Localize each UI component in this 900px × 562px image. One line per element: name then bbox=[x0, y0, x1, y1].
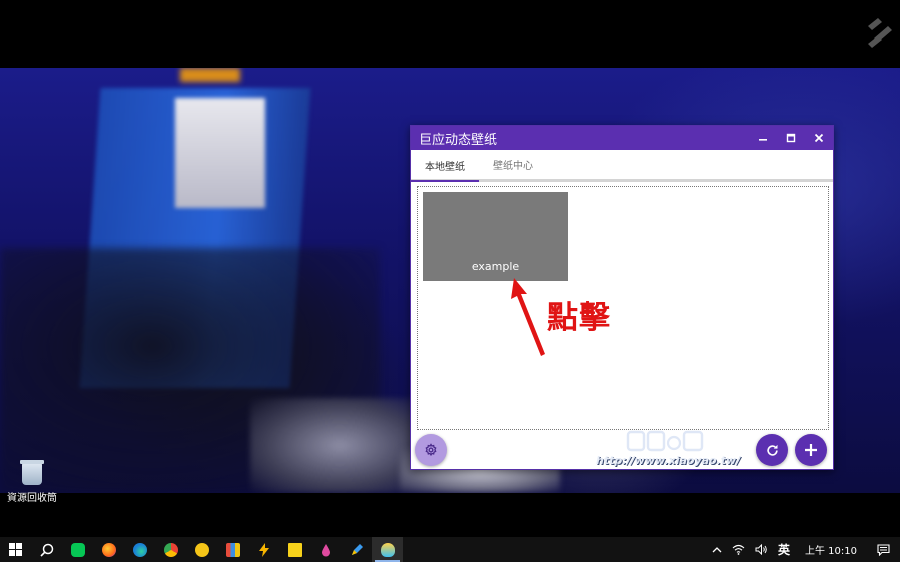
firefox-icon bbox=[101, 542, 116, 557]
line-icon bbox=[70, 542, 85, 557]
bolt-app-icon bbox=[258, 542, 269, 557]
office-icon bbox=[225, 542, 240, 557]
windows-start-icon bbox=[9, 543, 22, 556]
watermark-url: http://www.xiaoyao.tw/ bbox=[596, 454, 741, 467]
tab-bar: 本地壁纸 壁纸中心 bbox=[411, 150, 833, 182]
taskbar-emoji-app[interactable] bbox=[186, 537, 217, 562]
taskbar-pen-app[interactable] bbox=[341, 537, 372, 562]
window-titlebar[interactable]: 巨应动态壁纸 bbox=[411, 126, 833, 150]
corner-logo-icon bbox=[868, 18, 892, 48]
chevron-up-icon bbox=[712, 546, 722, 552]
taskbar-firefox[interactable] bbox=[93, 537, 124, 562]
taskbar-sticky-notes[interactable] bbox=[279, 537, 310, 562]
maximize-button[interactable] bbox=[777, 126, 805, 150]
tray-clock[interactable]: 上午 10:10 bbox=[795, 537, 867, 562]
app-window: 巨应动态壁纸 本地壁纸 壁纸中心 example bbox=[410, 125, 834, 470]
settings-button[interactable] bbox=[415, 434, 447, 466]
window-title: 巨应动态壁纸 bbox=[419, 132, 498, 148]
tab-wallpaper-center[interactable]: 壁纸中心 bbox=[479, 150, 547, 179]
wallpaper-white-block bbox=[175, 98, 265, 208]
tray-notifications[interactable] bbox=[867, 537, 900, 562]
edge-icon bbox=[132, 542, 147, 557]
drop-app-icon bbox=[321, 543, 330, 556]
taskbar: 英 上午 10:10 bbox=[0, 537, 900, 562]
taskbar-office[interactable] bbox=[217, 537, 248, 562]
wallpaper-thumbnail-label: example bbox=[471, 260, 520, 273]
refresh-icon bbox=[766, 444, 778, 456]
taskbar-line[interactable] bbox=[62, 537, 93, 562]
add-wallpaper-button[interactable] bbox=[795, 434, 827, 466]
tray-volume[interactable] bbox=[750, 537, 773, 562]
close-icon bbox=[814, 133, 824, 143]
emoji-app-icon bbox=[194, 542, 209, 557]
taskbar-chrome[interactable] bbox=[155, 537, 186, 562]
recycle-bin-icon bbox=[20, 460, 44, 485]
watermark-logo-icon bbox=[626, 430, 704, 452]
desktop-screen: 資源回收筒 巨应动态壁纸 本地壁纸 壁纸中心 example 點擊 http:/… bbox=[0, 0, 900, 562]
speaker-icon bbox=[755, 544, 767, 555]
taskbar-bolt-app[interactable] bbox=[248, 537, 279, 562]
close-button[interactable] bbox=[805, 126, 833, 150]
system-tray: 英 上午 10:10 bbox=[707, 537, 900, 562]
wifi-icon bbox=[732, 544, 745, 555]
tray-overflow-button[interactable] bbox=[707, 537, 727, 562]
recycle-bin-shortcut[interactable]: 資源回收筒 bbox=[4, 460, 60, 504]
maximize-icon bbox=[786, 133, 796, 143]
tab-local-wallpapers[interactable]: 本地壁纸 bbox=[411, 150, 479, 182]
wallpaper-orange-light bbox=[180, 68, 240, 82]
plus-icon bbox=[805, 444, 817, 456]
pen-app-icon bbox=[351, 543, 363, 555]
wallpaper-grid: example bbox=[417, 186, 829, 430]
tray-network[interactable] bbox=[727, 537, 750, 562]
refresh-button[interactable] bbox=[756, 434, 788, 466]
minimize-icon bbox=[759, 139, 767, 141]
notification-icon bbox=[877, 543, 890, 556]
gear-icon bbox=[425, 443, 437, 457]
taskbar-drop-app[interactable] bbox=[310, 537, 341, 562]
wallpaper-app-icon bbox=[380, 542, 395, 557]
search-button[interactable] bbox=[31, 537, 62, 562]
wallpaper-thumbnail-example[interactable]: example bbox=[423, 192, 568, 281]
sticky-notes-icon bbox=[287, 542, 302, 557]
taskbar-edge[interactable] bbox=[124, 537, 155, 562]
start-button[interactable] bbox=[0, 537, 31, 562]
recycle-bin-label: 資源回收筒 bbox=[7, 493, 57, 504]
tray-ime[interactable]: 英 bbox=[773, 537, 795, 562]
chrome-icon bbox=[163, 542, 178, 557]
minimize-button[interactable] bbox=[749, 126, 777, 150]
taskbar-wallpaper-app[interactable] bbox=[372, 537, 403, 562]
site-watermark: http://www.xiaoyao.tw/ bbox=[596, 428, 746, 473]
search-icon bbox=[39, 543, 53, 557]
